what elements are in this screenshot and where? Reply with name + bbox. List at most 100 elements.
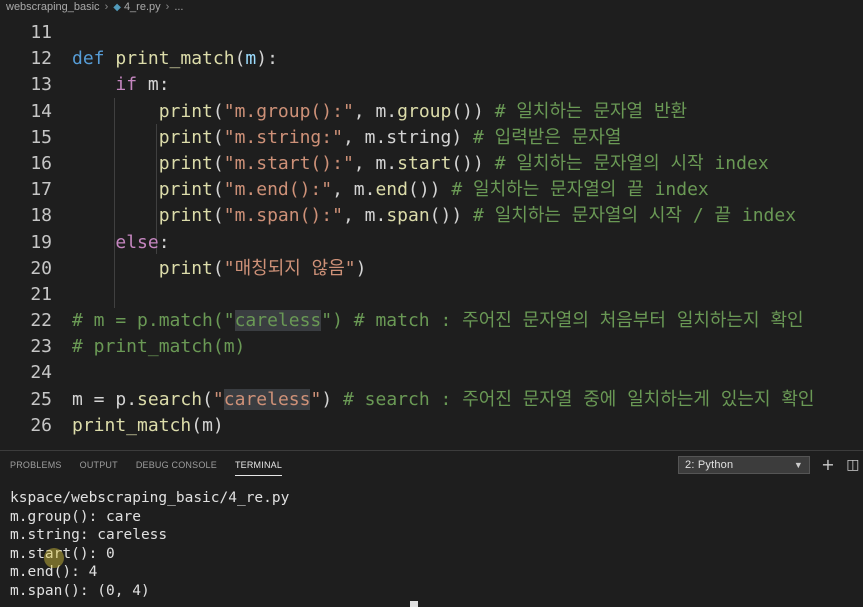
code-token: ()) [451,100,495,122]
code-token: print_match [72,414,192,436]
tab-debug-console[interactable]: DEBUG CONSOLE [136,451,217,479]
code-line: 14 print("m.group():", m.group()) # 일치하는… [0,99,863,125]
code-comment: # 일치하는 문자열의 시작 / 끝 index [473,205,797,227]
line-number: 16 [30,152,52,174]
code-comment: # search : 주어진 문자열 중에 일치하는게 있는지 확인 [343,388,815,410]
code-line: 23 # print_match(m) [0,334,863,360]
code-token: search [137,388,203,410]
code-line: 26 print_match(m) [0,413,863,439]
code-line: 19 else: [0,230,863,256]
code-token: print_match [115,48,235,70]
code-token: end [375,179,408,201]
code-comment: # 입력받은 문자열 [473,126,622,148]
code-token: "m.span():" [223,205,343,227]
split-terminal-icon[interactable]: ◫ [844,455,862,475]
code-token: "m.string:" [223,126,343,148]
code-token: ()) [429,205,474,227]
terminal-output[interactable]: kspace/webscraping_basic/4_re.py m.group(… [10,489,289,601]
code-token: , m. [353,100,398,122]
code-token: if [115,74,138,96]
code-token: = [82,388,116,410]
line-number: 24 [30,362,52,384]
breadcrumb-more[interactable]: ... [174,1,183,13]
code-token: p [115,388,127,410]
code-line: 12 def print_match(m): [0,46,863,72]
line-number: 23 [30,336,52,358]
panel-tabs: PROBLEMS OUTPUT DEBUG CONSOLE TERMINAL 2… [0,451,863,479]
terminal-cursor [410,601,418,607]
line-number: 15 [30,126,52,148]
code-token: , m.string) [342,126,473,148]
code-token: ( [191,414,203,436]
code-line: 18 print("m.span():", m.span()) # 일치하는 문… [0,203,863,229]
code-token: ()) [407,179,452,201]
code-line: 20 print("매칭되지 않음") [0,256,863,282]
chevron-right-icon: › [165,1,170,13]
code-editor[interactable]: 11 12 def print_match(m): 13 if m: 14 pri… [0,20,863,448]
code-token: print [158,205,213,227]
code-token: print [158,179,213,201]
code-line: 11 [0,20,863,46]
code-line: 21 [0,282,863,308]
line-number: 13 [30,74,52,96]
line-number: 25 [30,388,52,410]
line-number: 17 [30,179,52,201]
line-number: 11 [30,22,52,43]
line-number: 14 [30,100,52,122]
code-comment: # 일치하는 문자열의 시작 index [494,152,769,174]
line-number: 12 [30,48,52,70]
code-token: def [72,48,105,70]
bottom-panel: PROBLEMS OUTPUT DEBUG CONSOLE TERMINAL 2… [0,450,863,607]
code-token: " [310,388,322,410]
search-highlight: careless [223,388,311,410]
code-line: 16 print("m.start():", m.start()) # 일치하는… [0,151,863,177]
code-token: ()) [451,152,495,174]
code-token: m: [137,74,170,96]
code-token: print [158,257,213,279]
terminal-line: m.span(): (0, 4) [10,582,150,599]
terminal-line: kspace/webscraping_basic/4_re.py [10,490,290,506]
line-number: 20 [30,257,52,279]
line-number: 26 [30,414,52,436]
tab-terminal[interactable]: TERMINAL [234,451,283,479]
code-token: ( [212,179,224,201]
code-token: m [72,388,83,410]
code-line: 22 # m = p.match("careless") # match : 주어… [0,308,863,334]
code-line: 24 [0,360,863,386]
line-number: 18 [30,205,52,227]
code-line: 15 print("m.string:", m.string) # 입력받은 문… [0,125,863,151]
breadcrumb: webscraping_basic › ◆ 4_re.py › ... [0,0,863,14]
breadcrumb-folder[interactable]: webscraping_basic [6,1,100,13]
terminal-line: m.string: careless [10,527,168,544]
code-token: ( [202,388,213,410]
mouse-cursor-highlight [44,548,64,568]
code-token: m [202,414,213,436]
line-number: 22 [30,310,52,332]
code-token: " [212,388,224,410]
code-token: ) [321,388,343,410]
code-token: ( [212,126,224,148]
breadcrumb-file[interactable]: 4_re.py [124,1,161,13]
code-token: . [126,388,138,410]
code-comment: # 일치하는 문자열 반환 [494,100,688,122]
code-token: group [397,100,452,122]
code-token: : [158,231,170,253]
chevron-right-icon: › [104,1,109,13]
code-token: ) [212,414,224,436]
code-line: 25 m = p.search("careless") # search : 주어… [0,387,863,413]
terminal-select-value: 2: Python [685,459,734,471]
code-token: ( [234,48,246,70]
add-terminal-icon[interactable]: + [819,455,837,475]
code-token: "m.group():" [223,100,354,122]
code-token: else [115,231,159,253]
tab-problems[interactable]: PROBLEMS [10,451,62,479]
code-line: 17 print("m.end():", m.end()) # 일치하는 문자열… [0,177,863,203]
terminal-select[interactable]: 2: Python ▼ [678,456,810,474]
line-number: 21 [30,283,52,305]
code-comment: # 일치하는 문자열의 끝 index [451,179,709,201]
code-token: ( [212,100,224,122]
code-token: start [397,152,452,174]
terminal-line: m.group(): care [10,508,141,525]
chevron-down-icon: ▼ [793,460,803,470]
tab-output[interactable]: OUTPUT [80,451,118,479]
